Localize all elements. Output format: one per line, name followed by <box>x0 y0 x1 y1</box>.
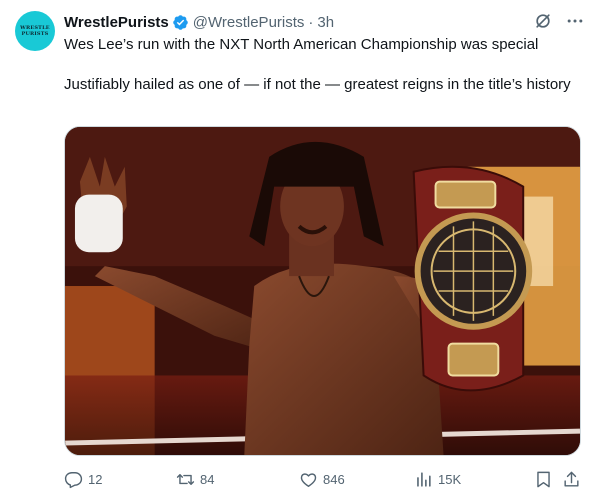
author-handle[interactable]: @WrestlePurists <box>193 14 305 31</box>
views-button[interactable]: 15K <box>414 468 461 490</box>
reply-count: 12 <box>88 471 103 487</box>
separator-dot: · <box>308 13 314 31</box>
tweet-text: Wes Lee’s run with the NXT North America… <box>64 35 579 95</box>
like-button[interactable]: 846 <box>299 468 345 490</box>
avatar-text-line2: PURISTS <box>21 31 49 37</box>
views-icon <box>417 471 431 487</box>
tweet[interactable]: WRESTLE PURISTS WrestlePurists @WrestleP… <box>0 0 598 501</box>
bookmark-icon <box>537 471 550 487</box>
avatar[interactable]: WRESTLE PURISTS <box>15 11 55 51</box>
share-button[interactable] <box>562 468 581 490</box>
tweet-photo[interactable] <box>64 126 581 456</box>
tweet-header: WrestlePurists @WrestlePurists · 3h <box>64 12 334 32</box>
repost-count: 84 <box>200 471 215 487</box>
tweet-actions: 12 84 846 15K <box>64 468 584 490</box>
tweet-text-line2: Justifiably hailed as one of — if not th… <box>64 76 571 93</box>
like-count: 846 <box>323 471 345 487</box>
tweet-text-line1: Wes Lee’s run with the NXT North America… <box>64 36 539 53</box>
verified-badge-icon <box>173 14 188 30</box>
views-count: 15K <box>438 471 462 487</box>
timestamp[interactable]: 3h <box>317 14 334 31</box>
grok-icon[interactable] <box>532 10 554 32</box>
bookmark-button[interactable] <box>534 468 553 490</box>
author-name[interactable]: WrestlePurists <box>64 14 169 31</box>
reply-icon <box>64 471 83 488</box>
header-actions <box>532 10 586 32</box>
repost-button[interactable]: 84 <box>176 468 214 490</box>
wrestler-photo-illustration <box>65 127 580 455</box>
reply-button[interactable]: 12 <box>64 468 102 490</box>
like-icon <box>300 472 317 487</box>
repost-icon <box>176 473 195 485</box>
more-icon[interactable] <box>564 10 586 32</box>
share-icon <box>564 471 579 487</box>
